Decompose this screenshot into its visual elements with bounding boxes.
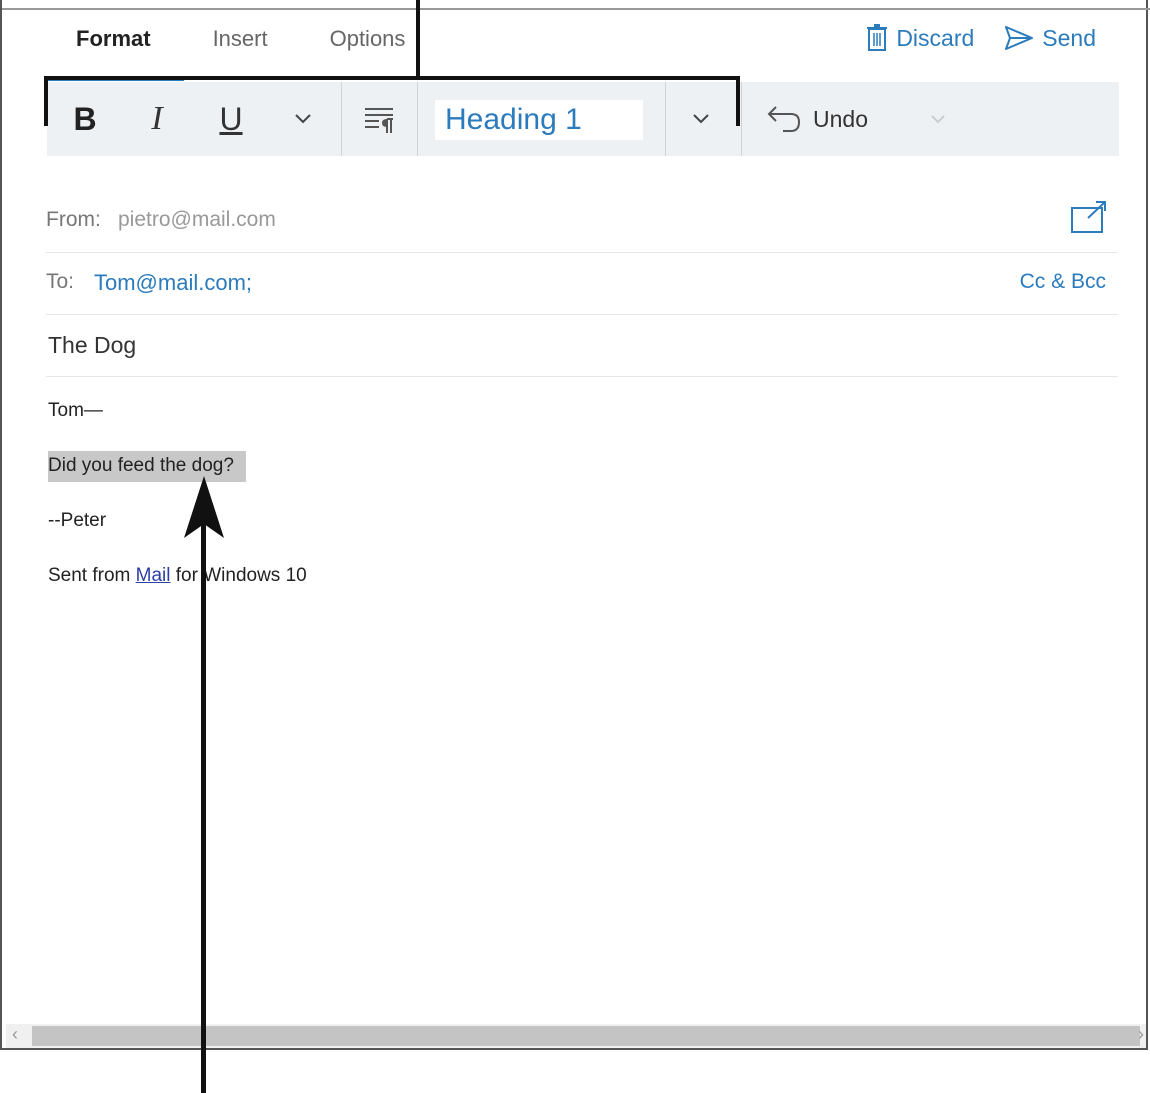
scroll-left-icon[interactable]: ‹ <box>12 1024 18 1045</box>
mail-compose-window: Format Insert Options Discard Send B I U… <box>0 0 1150 1050</box>
signature-line: Sent from Mail for Windows 10 <box>48 565 307 587</box>
tab-format[interactable]: Format <box>76 26 151 52</box>
callout-bracket <box>44 76 740 126</box>
signature-suffix: for Windows 10 <box>170 565 307 586</box>
scrollbar-thumb[interactable] <box>32 1026 1140 1046</box>
to-label: To: <box>46 270 75 293</box>
undo-label: Undo <box>813 105 868 132</box>
body-signoff[interactable]: --Peter <box>48 510 106 532</box>
body-question-line[interactable]: Did you feed the dog? <box>48 451 246 482</box>
compose-actions: Discard Send <box>866 24 1096 52</box>
chevron-down-icon <box>931 115 945 124</box>
send-button[interactable]: Send <box>1004 25 1096 52</box>
callout-stem <box>416 0 420 78</box>
popout-button[interactable] <box>1070 200 1108 239</box>
scroll-right-icon[interactable]: › <box>1138 1024 1144 1045</box>
callout-arrow-head-icon <box>184 476 224 538</box>
undo-button[interactable]: Undo <box>765 82 885 156</box>
trash-icon <box>867 24 888 51</box>
tab-options[interactable]: Options <box>330 26 406 52</box>
to-row: To: Tom@mail.com; Cc & Bcc <box>46 252 1118 315</box>
from-address[interactable]: pietro@mail.com <box>118 208 276 232</box>
window-top-border <box>2 8 1150 10</box>
body-greeting[interactable]: Tom— <box>48 400 103 422</box>
popout-icon <box>1071 201 1106 233</box>
horizontal-scrollbar[interactable]: ‹ › <box>6 1024 1146 1048</box>
tab-insert[interactable]: Insert <box>213 26 268 52</box>
ribbon-tabs: Format Insert Options <box>76 26 467 52</box>
send-label: Send <box>1042 24 1096 51</box>
discard-label: Discard <box>896 24 975 51</box>
callout-arrow-shaft <box>201 520 206 1093</box>
undo-icon <box>767 106 801 132</box>
send-icon <box>1005 26 1034 50</box>
signature-prefix: Sent from <box>48 565 136 586</box>
mail-app-link[interactable]: Mail <box>136 565 171 586</box>
to-field[interactable]: Tom@mail.com; <box>94 270 252 296</box>
from-label: From: <box>46 208 101 231</box>
subject-row: The Dog <box>46 314 1118 377</box>
discard-button[interactable]: Discard <box>866 24 974 52</box>
cc-bcc-button[interactable]: Cc & Bcc <box>1020 270 1106 294</box>
subject-field[interactable]: The Dog <box>48 332 136 359</box>
undo-dropdown-button[interactable] <box>923 82 953 156</box>
toolbar-divider <box>741 82 742 156</box>
from-row: From: pietro@mail.com <box>46 190 1118 253</box>
